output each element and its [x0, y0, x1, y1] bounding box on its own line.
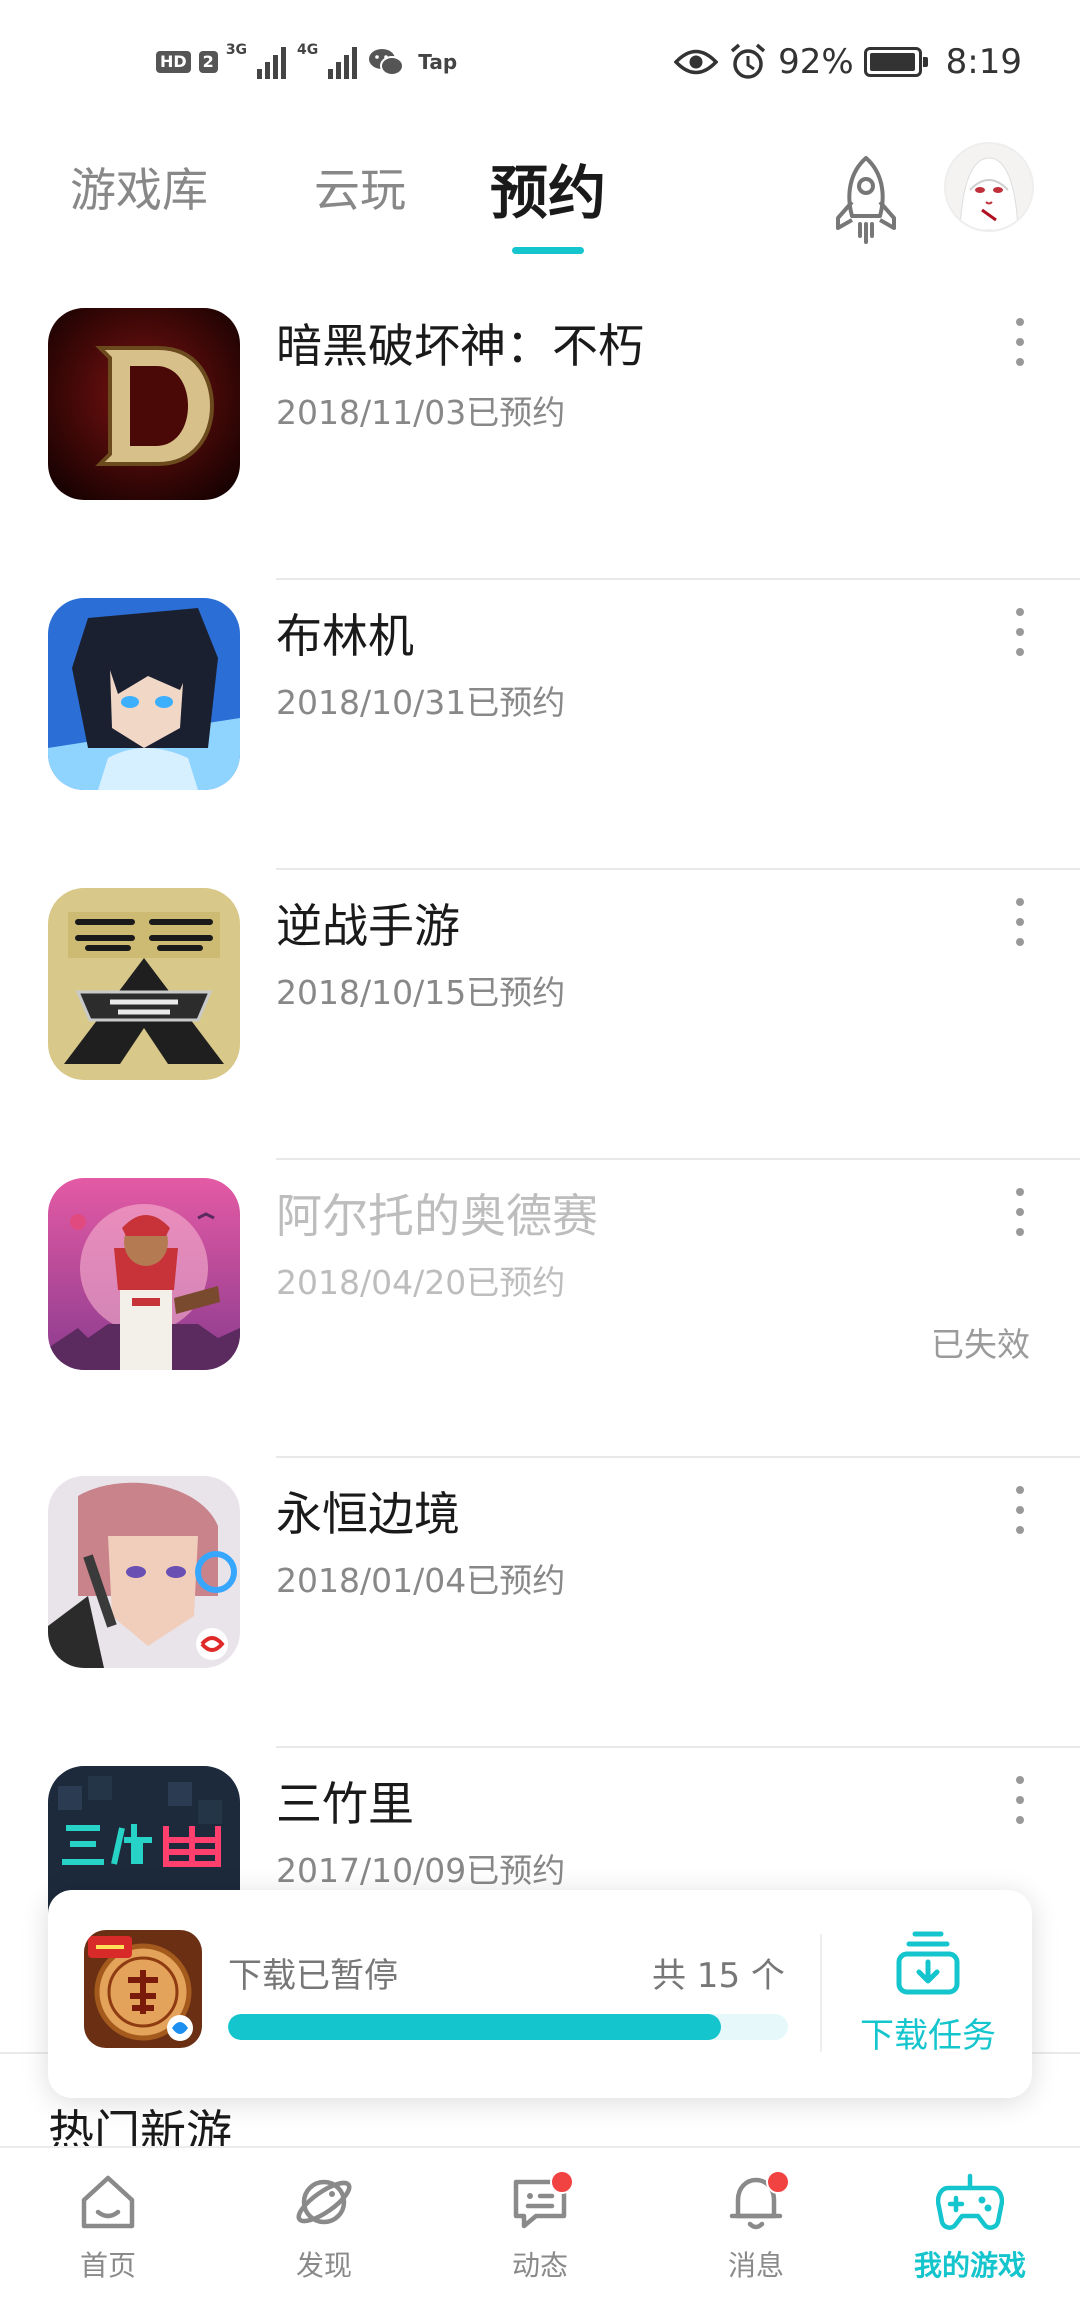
download-tasks-button[interactable]: 下载任务 — [824, 1928, 1032, 2068]
expired-status: 已失效 — [931, 1325, 1030, 1364]
cyber-girl-icon — [48, 1476, 240, 1668]
download-tray-icon — [896, 1931, 960, 1995]
home-icon — [81, 2175, 135, 2229]
nizhan-icon — [48, 888, 240, 1080]
rocket-icon[interactable] — [828, 154, 904, 246]
reservation-list: 暗黑破坏神：不朽 2018/11/03已预约 布林机 2018/10/31已预约 — [0, 290, 1080, 2038]
more-options-icon[interactable] — [1008, 898, 1032, 946]
status-right: 92% 8:19 — [674, 34, 1022, 90]
reserve-date: 2018/04/20已预约 — [276, 1263, 566, 1302]
alto-icon — [48, 1178, 240, 1370]
top-tab-bar: 游戏库 云玩 预约 — [0, 124, 1080, 264]
nav-messages[interactable]: 消息 — [686, 2170, 826, 2284]
clock: 8:19 — [945, 42, 1022, 82]
nav-my-games[interactable]: 我的游戏 — [900, 2170, 1040, 2284]
game-name: 布林机 — [276, 609, 414, 663]
game-name: 逆战手游 — [276, 899, 460, 953]
reserve-date: 2018/01/04已预约 — [276, 1561, 566, 1600]
more-options-icon[interactable] — [1008, 1776, 1032, 1824]
planet-icon — [296, 2179, 352, 2225]
list-item[interactable]: 阿尔托的奥德赛 2018/04/20已预约 已失效 — [0, 1160, 1080, 1458]
battery-percent: 92% — [778, 42, 854, 82]
tab-reservations[interactable]: 预约 — [490, 146, 606, 230]
tap-label: Tap — [418, 50, 458, 74]
anime-boy-icon — [48, 598, 240, 790]
eye-icon — [674, 49, 719, 75]
download-progress-fill — [228, 2014, 721, 2040]
reserve-date: 2018/10/31已预约 — [276, 683, 566, 722]
download-status-text: 下载已暂停 — [228, 1956, 398, 1996]
game-name: 阿尔托的奥德赛 — [276, 1189, 598, 1243]
nav-feed[interactable]: 动态 — [470, 2170, 610, 2284]
status-left: HD 2 3G 4G Tap — [156, 40, 457, 84]
bottom-nav: 首页 发现 动态 消息 我的游戏 — [0, 2146, 1080, 2310]
nav-label: 首页 — [79, 2249, 136, 2282]
download-progress-bar — [228, 2014, 788, 2040]
network-type-1: 3G — [225, 42, 248, 58]
nav-label: 发现 — [295, 2249, 352, 2282]
active-tab-indicator — [512, 247, 584, 254]
game-name: 永恒边境 — [276, 1487, 460, 1541]
tab-game-library[interactable]: 游戏库 — [70, 154, 208, 220]
gamepad-icon — [936, 2173, 1004, 2230]
alarm-icon — [730, 43, 766, 79]
user-avatar[interactable] — [944, 142, 1034, 232]
nav-label: 我的游戏 — [913, 2249, 1026, 2282]
nav-label: 消息 — [727, 2249, 784, 2282]
tab-cloud-play[interactable]: 云玩 — [314, 154, 406, 220]
reserve-date: 2017/10/09已预约 — [276, 1851, 566, 1890]
reserve-date: 2018/11/03已预约 — [276, 393, 566, 432]
game-name: 三竹里 — [276, 1777, 414, 1831]
list-item[interactable]: 布林机 2018/10/31已预约 — [0, 580, 1080, 870]
download-tasks-label: 下载任务 — [860, 2016, 996, 2056]
status-bar: HD 2 3G 4G Tap 92% 8:19 — [0, 0, 1080, 124]
more-options-icon[interactable] — [1008, 1188, 1032, 1236]
more-options-icon[interactable] — [1008, 608, 1032, 656]
chess-game-icon — [84, 1930, 202, 2048]
list-item[interactable]: 逆战手游 2018/10/15已预约 — [0, 870, 1080, 1160]
signal-icon — [257, 47, 287, 79]
battery-icon — [863, 47, 928, 77]
game-name: 暗黑破坏神：不朽 — [276, 319, 644, 373]
signal-icon — [328, 47, 358, 79]
nav-label: 动态 — [511, 2249, 568, 2282]
more-options-icon[interactable] — [1008, 318, 1032, 366]
notification-badge — [766, 2170, 790, 2194]
download-status-card[interactable]: 下载已暂停 共 15 个 下载任务 — [48, 1890, 1032, 2098]
diablo-icon — [48, 308, 240, 500]
list-item[interactable]: 暗黑破坏神：不朽 2018/11/03已预约 — [0, 290, 1080, 580]
notification-badge — [550, 2170, 574, 2194]
list-item[interactable]: 永恒边境 2018/01/04已预约 — [0, 1458, 1080, 1748]
more-options-icon[interactable] — [1008, 1486, 1032, 1534]
divider — [820, 1934, 822, 2052]
wechat-icon — [369, 49, 405, 76]
download-count: 共 15 个 — [652, 1956, 785, 1996]
sim-slot-badge: 2 — [198, 51, 218, 73]
network-type-2: 4G — [297, 42, 319, 58]
reserve-date: 2018/10/15已预约 — [276, 973, 566, 1012]
nav-home[interactable]: 首页 — [38, 2170, 178, 2284]
nav-discover[interactable]: 发现 — [254, 2170, 394, 2284]
hd-badge: HD — [156, 51, 191, 73]
